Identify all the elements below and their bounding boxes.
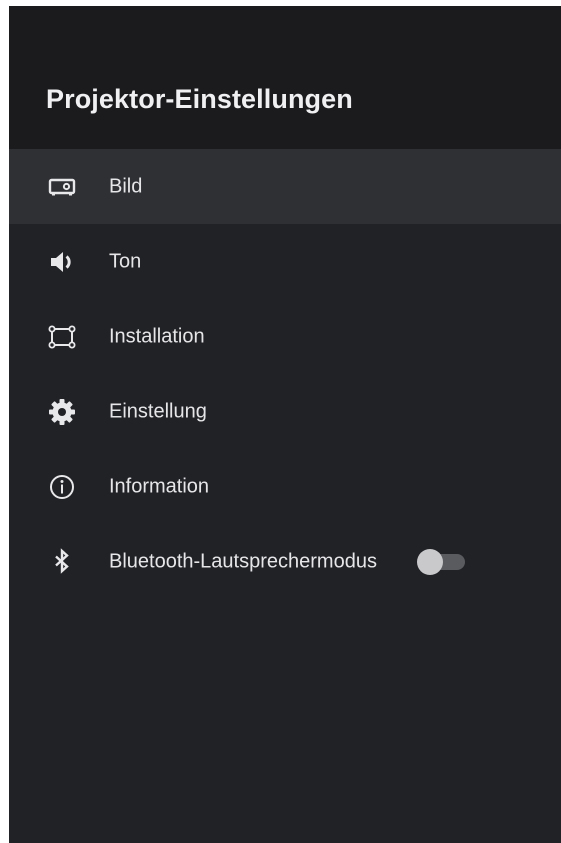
page-title: Projektor-Einstellungen: [46, 84, 353, 114]
info-icon: [47, 472, 77, 502]
projector-icon: [47, 172, 77, 202]
bluetooth-speaker-toggle[interactable]: [415, 548, 467, 575]
menu-item-label: Ton: [109, 250, 142, 272]
menu-item-information[interactable]: Information: [9, 449, 561, 524]
settings-menu: Bild Ton Installation Einstellung Inform…: [9, 149, 561, 599]
settings-panel: Projektor-Einstellungen Bild Ton Install…: [9, 6, 561, 843]
menu-item-bluetooth-speaker-mode[interactable]: Bluetooth-Lautsprechermodus: [9, 524, 561, 599]
toggle-thumb: [417, 548, 443, 575]
gear-icon: [47, 397, 77, 427]
menu-item-label: Installation: [109, 325, 205, 347]
menu-item-label: Bild: [109, 175, 143, 197]
header: Projektor-Einstellungen: [9, 6, 561, 149]
installation-frame-icon: [47, 322, 77, 352]
speaker-icon: [47, 247, 77, 277]
menu-item-label: Einstellung: [109, 400, 207, 422]
menu-item-bild[interactable]: Bild: [9, 149, 561, 224]
menu-item-ton[interactable]: Ton: [9, 224, 561, 299]
bluetooth-icon: [47, 547, 77, 577]
menu-item-label: Information: [109, 475, 210, 497]
menu-item-einstellung[interactable]: Einstellung: [9, 374, 561, 449]
menu-item-label: Bluetooth-Lautsprechermodus: [109, 550, 377, 572]
menu-item-installation[interactable]: Installation: [9, 299, 561, 374]
